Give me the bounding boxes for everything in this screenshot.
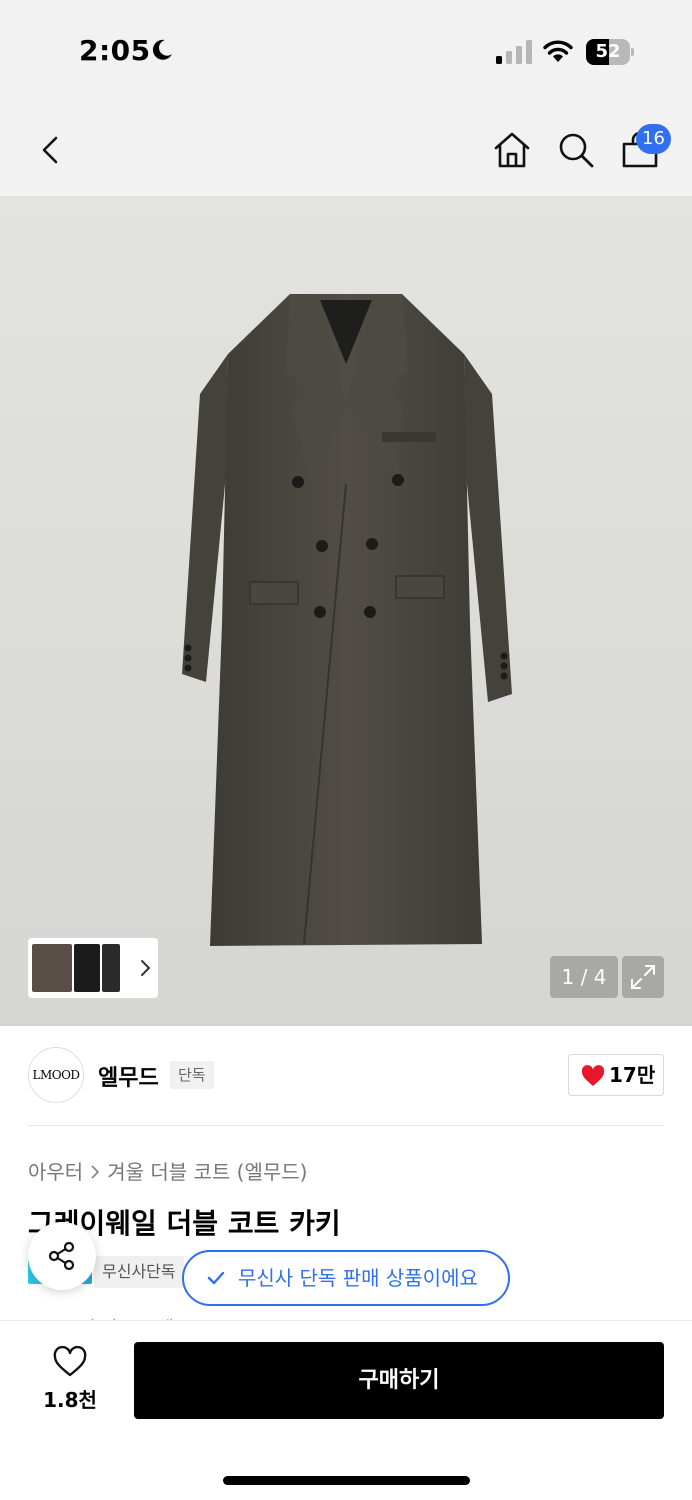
brand-like-count: 17만 bbox=[609, 1063, 656, 1087]
page-indicator: 1 / 4 bbox=[550, 956, 618, 998]
product-image bbox=[182, 294, 512, 946]
exclusive-tooltip: 무신사 단독 판매 상품이에요 bbox=[182, 1250, 510, 1306]
wishlist-button[interactable]: 1.8천 bbox=[36, 1344, 104, 1416]
thumbnail-2[interactable] bbox=[74, 944, 100, 992]
battery-level: 52 bbox=[595, 41, 621, 62]
breadcrumb: 아우터 겨울 더블 코트 (엘무드) bbox=[28, 1156, 307, 1185]
back-arrow-icon[interactable] bbox=[32, 130, 72, 170]
status-time: 2:05 bbox=[79, 34, 151, 67]
share-icon bbox=[48, 1241, 75, 1271]
top-nav-bar bbox=[0, 100, 692, 196]
expand-icon bbox=[631, 965, 655, 989]
heart-filled-icon bbox=[581, 1065, 605, 1086]
check-icon bbox=[207, 1271, 225, 1285]
brand-logo[interactable]: LMOOD bbox=[28, 1047, 84, 1103]
wifi-icon bbox=[543, 40, 573, 62]
expand-button[interactable] bbox=[622, 956, 664, 998]
home-indicator bbox=[223, 1476, 470, 1485]
brand-like-button[interactable]: 17만 bbox=[568, 1054, 664, 1096]
thumbnail-3[interactable] bbox=[102, 944, 120, 992]
thumbnail-1[interactable] bbox=[32, 944, 72, 992]
product-image-gallery[interactable]: 1 / 4 bbox=[0, 196, 692, 1026]
moon-icon bbox=[152, 39, 172, 60]
brand-name[interactable]: 엘무드 bbox=[98, 1060, 159, 1092]
search-icon[interactable] bbox=[556, 130, 596, 170]
thumbnail-strip[interactable] bbox=[28, 938, 158, 998]
home-icon[interactable] bbox=[492, 130, 532, 170]
status-bar: 2:05 52 bbox=[0, 0, 692, 100]
chevron-right-icon bbox=[91, 1165, 100, 1179]
breadcrumb-item-subcategory[interactable]: 겨울 더블 코트 (엘무드) bbox=[107, 1160, 307, 1184]
exclusive-tag: 무신사단독 bbox=[94, 1256, 184, 1288]
share-button[interactable] bbox=[28, 1222, 96, 1290]
wishlist-count: 1.8천 bbox=[43, 1388, 97, 1412]
divider bbox=[28, 1125, 664, 1126]
tooltip-text: 무신사 단독 판매 상품이에요 bbox=[238, 1266, 478, 1290]
chevron-right-icon[interactable] bbox=[136, 958, 154, 978]
cart-count-badge: 16 bbox=[636, 124, 671, 154]
brand-exclusive-badge: 단독 bbox=[170, 1061, 214, 1089]
battery-icon: 52 bbox=[586, 39, 634, 65]
heart-outline-icon bbox=[53, 1346, 87, 1377]
cellular-signal-icon bbox=[496, 40, 532, 64]
buy-button[interactable]: 구매하기 bbox=[134, 1342, 664, 1419]
breadcrumb-item-category[interactable]: 아우터 bbox=[28, 1160, 83, 1184]
